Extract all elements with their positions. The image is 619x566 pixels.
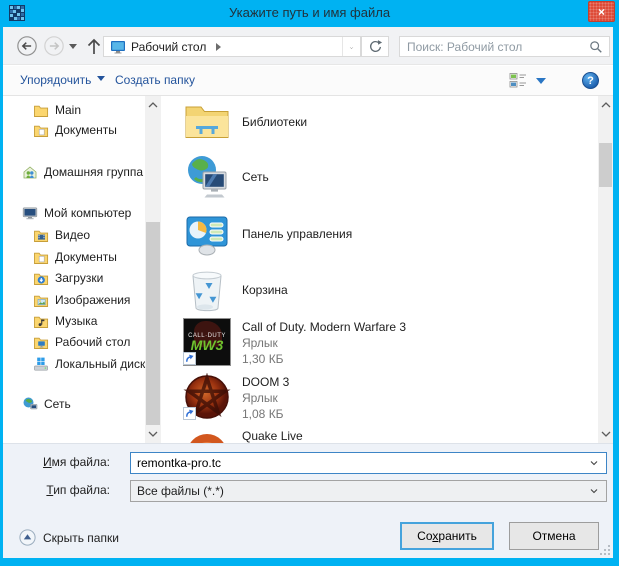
scrollbar-thumb[interactable] — [599, 143, 612, 187]
main-content: Main Документы Домашняя группа Мой компь… — [3, 96, 613, 443]
recycle-bin-icon — [183, 266, 231, 314]
resize-grip[interactable] — [597, 542, 610, 555]
help-button[interactable]: ? — [582, 72, 599, 89]
network-icon — [22, 396, 38, 412]
window-title: Укажите путь и имя файла — [0, 0, 619, 26]
filetype-value: Все файлы (*.*) — [137, 484, 224, 498]
homegroup-icon — [22, 164, 38, 180]
scroll-up-icon[interactable] — [598, 97, 613, 113]
filetype-dropdown[interactable]: Все файлы (*.*) — [130, 480, 607, 502]
network-icon — [183, 153, 231, 201]
filetype-label: Тип файла: — [23, 483, 110, 497]
videos-folder-icon — [33, 227, 49, 243]
save-button[interactable]: Сохранить — [400, 522, 494, 550]
new-folder-button[interactable]: Создать папку — [115, 66, 195, 95]
filename-label: Имя файла: — [23, 455, 110, 469]
shortcut-arrow-icon — [183, 352, 196, 365]
breadcrumb[interactable]: Рабочий стол — [131, 40, 206, 54]
back-button[interactable] — [16, 35, 38, 57]
cancel-button[interactable]: Отмена — [509, 522, 599, 550]
close-button[interactable]: × — [588, 1, 615, 22]
chevron-down-icon — [536, 78, 546, 89]
desktop-location-icon — [110, 39, 126, 55]
save-file-dialog: Укажите путь и имя файла × — [0, 0, 619, 566]
hide-folders-button[interactable]: Скрыть папки — [19, 529, 119, 546]
address-bar[interactable]: Рабочий стол — [103, 36, 361, 57]
filename-input[interactable] — [131, 456, 582, 470]
computer-icon — [22, 205, 38, 221]
desktop-folder-icon — [33, 334, 49, 350]
view-mode-button[interactable] — [509, 72, 546, 89]
search-box[interactable] — [399, 36, 610, 57]
search-input[interactable] — [400, 40, 589, 54]
list-item-libraries[interactable]: Библиотеки — [183, 98, 307, 146]
command-toolbar: Упорядочить Создать папку ? — [3, 66, 613, 96]
dialog-footer: Имя файла: Тип файла: Все файлы (*.*) Ск… — [3, 443, 613, 558]
navigation-bar: Рабочий стол — [3, 27, 613, 65]
libraries-icon — [183, 98, 231, 146]
forward-button[interactable] — [43, 35, 65, 57]
refresh-button[interactable] — [361, 36, 389, 57]
list-item-network[interactable]: Сеть — [183, 153, 269, 201]
filename-combobox[interactable] — [130, 452, 607, 474]
search-icon[interactable] — [589, 40, 603, 54]
list-item-control-panel[interactable]: Панель управления — [183, 210, 352, 258]
list-item-quake-live[interactable]: Quake Live — [183, 427, 303, 443]
title-bar[interactable]: Укажите путь и имя файла × — [0, 0, 619, 27]
list-item-cod-mw3[interactable]: CALL·DUTY MW3 Call of Duty. Modern Warfa… — [183, 318, 406, 367]
chevron-down-icon — [97, 76, 105, 85]
scrollbar-thumb[interactable] — [146, 222, 160, 425]
sidebar-scrollbar[interactable] — [145, 96, 161, 443]
collapse-up-icon — [19, 529, 36, 546]
quake-live-shortcut-icon — [183, 427, 231, 443]
organize-menu-button[interactable]: Упорядочить — [20, 66, 105, 95]
scroll-down-icon[interactable] — [145, 426, 161, 442]
filelist-scrollbar[interactable] — [598, 96, 613, 443]
folder-icon — [33, 102, 49, 118]
scroll-down-icon[interactable] — [598, 426, 613, 442]
recent-locations-caret[interactable] — [69, 44, 77, 53]
pictures-folder-icon — [33, 292, 49, 308]
address-dropdown-icon[interactable] — [342, 37, 356, 56]
dialog-body: Рабочий стол Упо — [3, 27, 613, 558]
up-button[interactable] — [84, 35, 104, 57]
list-item-doom3[interactable]: DOOM 3 Ярлык 1,08 КБ — [183, 373, 289, 422]
system-disk-icon — [33, 356, 49, 372]
scroll-up-icon[interactable] — [145, 97, 161, 113]
chevron-down-icon[interactable] — [582, 455, 606, 472]
list-item-recycle-bin[interactable]: Корзина — [183, 266, 288, 314]
views-icon — [509, 72, 527, 89]
documents-folder-icon — [33, 122, 49, 138]
refresh-icon — [368, 39, 383, 54]
shortcut-arrow-icon — [183, 407, 196, 420]
control-panel-icon — [183, 210, 231, 258]
breadcrumb-chevron-icon[interactable] — [216, 43, 225, 51]
downloads-folder-icon — [33, 270, 49, 286]
music-folder-icon — [33, 313, 49, 329]
documents-folder-icon — [33, 249, 49, 265]
chevron-down-icon — [582, 483, 606, 500]
